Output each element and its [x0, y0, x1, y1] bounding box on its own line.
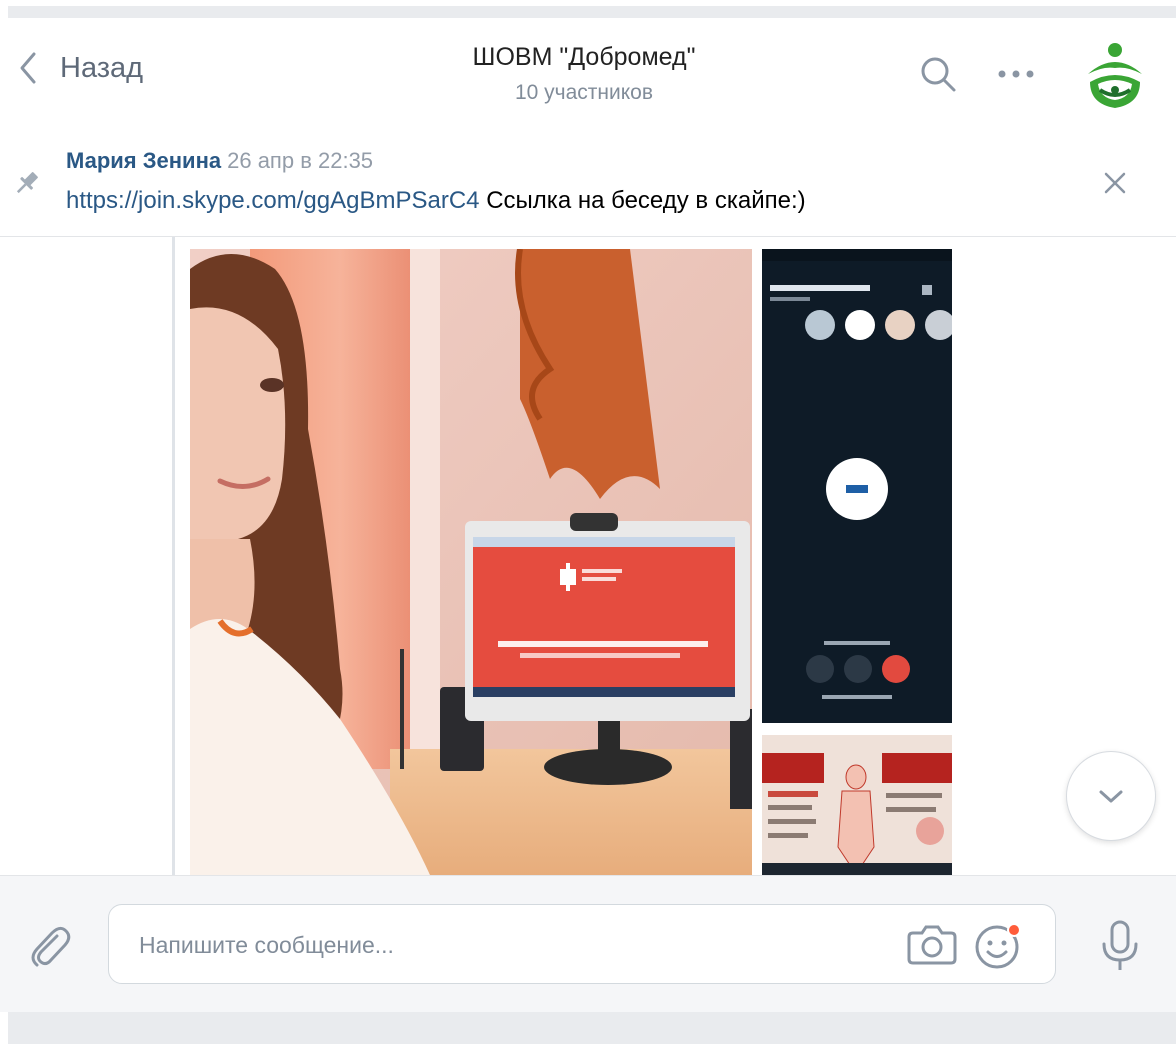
skype-link[interactable]: https://join.skype.com/ggAgBmPSarC4: [66, 187, 480, 214]
pinned-message-text: Ссылка на беседу в скайпе:): [479, 187, 806, 214]
pinned-author[interactable]: Мария Зенина: [66, 148, 221, 173]
pinned-message[interactable]: Мария Зенина 26 апр в 22:35 https://join.…: [0, 124, 1176, 237]
back-button[interactable]: Назад: [14, 48, 143, 88]
pinned-text: https://join.skype.com/ggAgBmPSarC4 Ссыл…: [66, 184, 806, 218]
camera-icon[interactable]: [907, 923, 957, 965]
smile-icon[interactable]: [975, 921, 1025, 971]
photo-poster[interactable]: [762, 735, 952, 875]
window-bottom-bar: [8, 1012, 1176, 1044]
message-input[interactable]: [137, 905, 881, 985]
paperclip-icon[interactable]: [24, 922, 74, 972]
chevron-left-icon: [20, 52, 36, 84]
microphone-icon[interactable]: [1098, 920, 1142, 972]
participants-count: 10 участников: [514, 81, 654, 104]
photo-main[interactable]: [190, 249, 752, 875]
photo-poster-image: [762, 735, 952, 875]
message-composer: [0, 875, 1176, 1012]
message-input-box[interactable]: [108, 904, 1056, 985]
pin-icon: [16, 172, 38, 194]
back-label: Назад: [60, 52, 144, 84]
avatar[interactable]: [1082, 42, 1148, 112]
window-top-bar: [8, 6, 1176, 18]
chat-area[interactable]: [0, 237, 1176, 875]
photo-main-image: [190, 249, 752, 875]
chevron-down-icon: [1099, 790, 1123, 803]
pinned-meta: Мария Зенина 26 апр в 22:35: [66, 146, 373, 176]
photo-phone-image: [762, 249, 952, 723]
thread-line: [172, 237, 175, 875]
pinned-date: 26 апр в 22:35: [227, 148, 374, 173]
chat-title-block[interactable]: ШОВМ "Добромед" 10 участников: [384, 40, 784, 108]
chat-header: Назад ШОВМ "Добромед" 10 участников: [0, 18, 1176, 125]
more-icon[interactable]: [994, 54, 1038, 94]
close-icon[interactable]: [1100, 168, 1130, 198]
scroll-down-button[interactable]: [1066, 751, 1156, 841]
search-icon[interactable]: [918, 54, 958, 94]
photo-phone-screenshot[interactable]: [762, 249, 952, 723]
chat-title: ШОВМ "Добромед": [472, 43, 696, 71]
